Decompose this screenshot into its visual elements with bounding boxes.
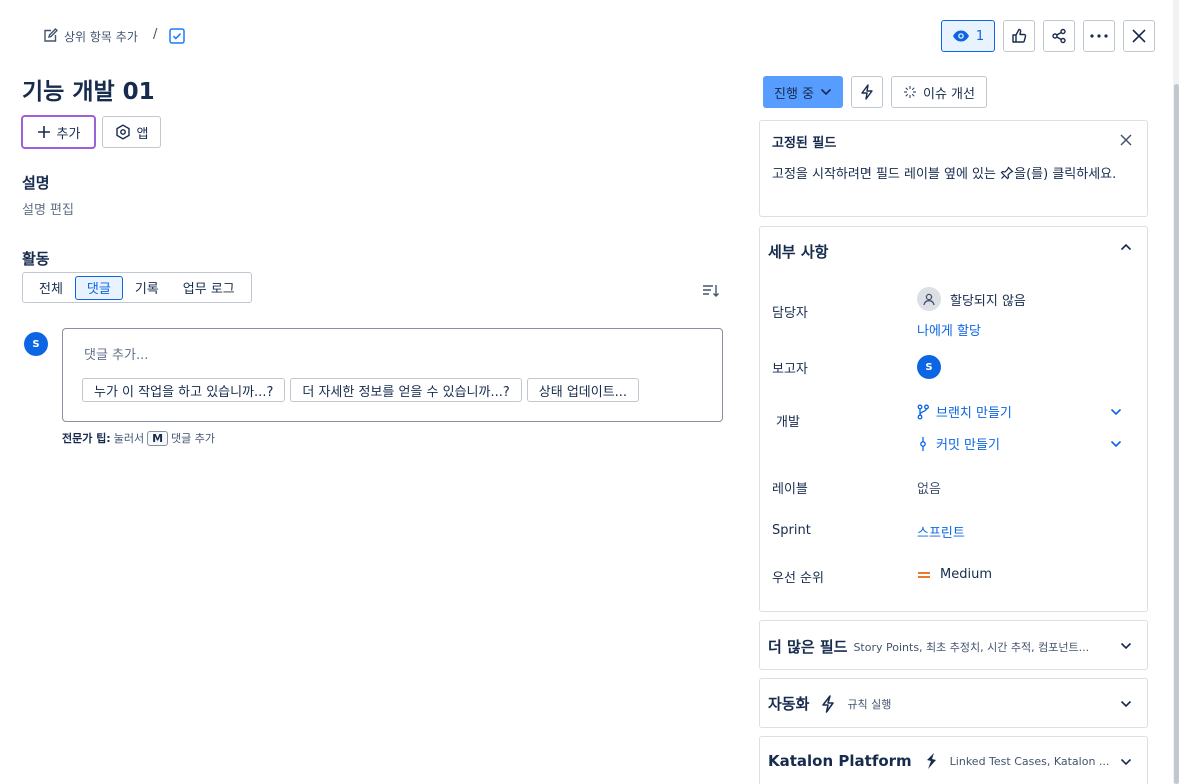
priority-value: Medium bbox=[940, 567, 992, 582]
issue-title[interactable]: 기능 개발 01 bbox=[22, 72, 155, 106]
chevron-down-icon bbox=[820, 88, 832, 96]
create-branch-link[interactable]: 브랜치 만들기 bbox=[917, 402, 1012, 421]
automation-subtitle: 규칙 실행 bbox=[847, 697, 892, 711]
like-button[interactable] bbox=[1003, 20, 1035, 52]
tab-work-log[interactable]: 업무 로그 bbox=[171, 276, 247, 300]
katalon-title: Katalon Platform bbox=[768, 752, 912, 770]
pro-tip-press: 눌러서 bbox=[113, 432, 145, 445]
priority-medium-icon bbox=[917, 570, 931, 580]
development-label: 개발 bbox=[776, 415, 800, 430]
sprint-value[interactable]: 스프린트 bbox=[917, 522, 965, 541]
plus-icon bbox=[37, 125, 51, 139]
breadcrumb-separator: / bbox=[153, 27, 158, 42]
close-icon bbox=[1132, 29, 1146, 43]
task-type-icon[interactable] bbox=[169, 28, 185, 44]
reporter-avatar[interactable]: S bbox=[917, 355, 941, 379]
share-button[interactable] bbox=[1043, 20, 1075, 52]
person-icon bbox=[917, 287, 941, 311]
katalon-logo-icon bbox=[924, 752, 938, 770]
more-fields-subtitle: Story Points, 최초 추정치, 시간 추적, 컴포넌트... bbox=[853, 640, 1090, 654]
sprint-label: Sprint bbox=[772, 523, 811, 538]
more-horizontal-icon bbox=[1090, 34, 1108, 38]
comment-input-box[interactable] bbox=[62, 328, 723, 422]
assignee-label: 담당자 bbox=[772, 306, 808, 321]
tab-comments[interactable]: 댓글 bbox=[74, 275, 123, 300]
sort-order-icon[interactable] bbox=[702, 283, 720, 299]
commit-chevron-down-icon[interactable] bbox=[1110, 440, 1122, 448]
pro-tip-label: 전문가 팁: bbox=[62, 432, 111, 445]
assignee-value: 할당되지 않음 bbox=[950, 293, 1026, 309]
katalon-chevron-down-icon[interactable] bbox=[1120, 758, 1132, 766]
more-actions-button[interactable] bbox=[1083, 20, 1115, 52]
katalon-header[interactable]: Katalon Platform Linked Test Cases, Kata… bbox=[768, 752, 1109, 770]
branch-chevron-down-icon[interactable] bbox=[1110, 408, 1122, 416]
more-fields-header[interactable]: 더 많은 필드 Story Points, 최초 추정치, 시간 추적, 컴포넌… bbox=[768, 636, 1089, 657]
pro-tip-action: 댓글 추가 bbox=[171, 432, 216, 445]
reporter-label: 보고자 bbox=[772, 362, 808, 377]
comment-suggestions: 누가 이 작업을 하고 있습니까...? 더 자세한 정보를 얻을 수 있습니까… bbox=[82, 378, 640, 402]
thumbs-up-icon bbox=[1011, 28, 1027, 44]
create-branch-label: 브랜치 만들기 bbox=[936, 406, 1012, 421]
tab-history[interactable]: 기록 bbox=[123, 276, 171, 300]
description-heading: 설명 bbox=[22, 174, 50, 192]
add-button[interactable]: 추가 bbox=[21, 115, 96, 149]
automation-chevron-down-icon[interactable] bbox=[1120, 700, 1132, 708]
create-commit-label: 커밋 만들기 bbox=[936, 438, 1000, 453]
automation-title: 자동화 bbox=[768, 695, 810, 713]
edit-icon bbox=[42, 28, 58, 44]
suggestion-status-update[interactable]: 상태 업데이트... bbox=[526, 378, 640, 402]
comment-placeholder[interactable]: 댓글 추가... bbox=[84, 344, 148, 363]
labels-value[interactable]: 없음 bbox=[917, 478, 941, 497]
improve-issue-button[interactable]: 이슈 개선 bbox=[891, 76, 987, 108]
assignee-field[interactable]: 할당되지 않음 bbox=[917, 287, 1026, 311]
priority-label: 우선 순위 bbox=[772, 571, 824, 586]
branch-icon bbox=[917, 404, 929, 420]
status-dropdown[interactable]: 진행 중 bbox=[763, 76, 843, 108]
status-label: 진행 중 bbox=[773, 86, 814, 102]
chevron-up-icon[interactable] bbox=[1120, 243, 1132, 251]
improve-issue-label: 이슈 개선 bbox=[923, 86, 975, 102]
suggestion-more-info[interactable]: 더 자세한 정보를 얻을 수 있습니까...? bbox=[290, 378, 522, 402]
add-parent-link[interactable]: 상위 항목 추가 bbox=[42, 26, 138, 46]
automation-header[interactable]: 자동화 규칙 실행 bbox=[768, 693, 891, 714]
pinned-fields-text: 고정을 시작하려면 필드 레이블 옆에 있는 을(를) 클릭하세요. bbox=[772, 164, 1124, 185]
eye-icon bbox=[952, 29, 970, 43]
katalon-subtitle: Linked Test Cases, Katalon ... bbox=[949, 754, 1110, 768]
priority-field[interactable]: Medium bbox=[917, 567, 992, 582]
lightning-icon bbox=[860, 84, 874, 100]
share-icon bbox=[1051, 28, 1067, 44]
details-title[interactable]: 세부 사항 bbox=[768, 241, 828, 262]
pro-tip: 전문가 팁: 눌러서 M 댓글 추가 bbox=[62, 430, 215, 446]
tab-all[interactable]: 전체 bbox=[27, 276, 75, 300]
pinned-fields-title: 고정된 필드 bbox=[772, 136, 837, 151]
actions-bolt-button[interactable] bbox=[851, 76, 883, 108]
more-fields-title: 더 많은 필드 bbox=[768, 638, 848, 656]
create-commit-link[interactable]: 커밋 만들기 bbox=[917, 434, 1000, 453]
add-parent-label: 상위 항목 추가 bbox=[64, 29, 138, 44]
user-avatar: S bbox=[24, 332, 48, 356]
watch-button[interactable]: 1 bbox=[941, 20, 995, 52]
assign-to-me-link[interactable]: 나에게 할당 bbox=[917, 320, 981, 339]
activity-tabs: 전체 댓글 기록 업무 로그 bbox=[22, 272, 252, 303]
watch-count: 1 bbox=[975, 28, 985, 44]
activity-heading: 활동 bbox=[22, 250, 50, 268]
description-edit-placeholder[interactable]: 설명 편집 bbox=[22, 199, 74, 218]
automation-bolt-icon bbox=[821, 694, 835, 713]
add-button-label: 추가 bbox=[56, 126, 81, 142]
pinned-text-before: 고정을 시작하려면 필드 레이블 옆에 있는 bbox=[772, 167, 996, 182]
pinned-text-after: 을(를) 클릭하세요. bbox=[1014, 167, 1117, 182]
commit-icon bbox=[917, 436, 929, 452]
shortcut-key: M bbox=[147, 430, 169, 446]
pinned-close-icon[interactable] bbox=[1118, 132, 1134, 148]
pin-icon bbox=[1000, 166, 1014, 180]
suggestion-who-working[interactable]: 누가 이 작업을 하고 있습니까...? bbox=[82, 378, 286, 402]
apps-button[interactable]: 앱 bbox=[102, 116, 161, 148]
apps-button-label: 앱 bbox=[136, 126, 149, 142]
close-button[interactable] bbox=[1123, 20, 1155, 52]
labels-label: 레이블 bbox=[772, 482, 808, 497]
sparkle-icon bbox=[903, 85, 917, 99]
more-fields-chevron-down-icon[interactable] bbox=[1120, 642, 1132, 650]
scrollbar-thumb[interactable] bbox=[1174, 84, 1179, 784]
app-hexagon-icon bbox=[115, 124, 131, 140]
